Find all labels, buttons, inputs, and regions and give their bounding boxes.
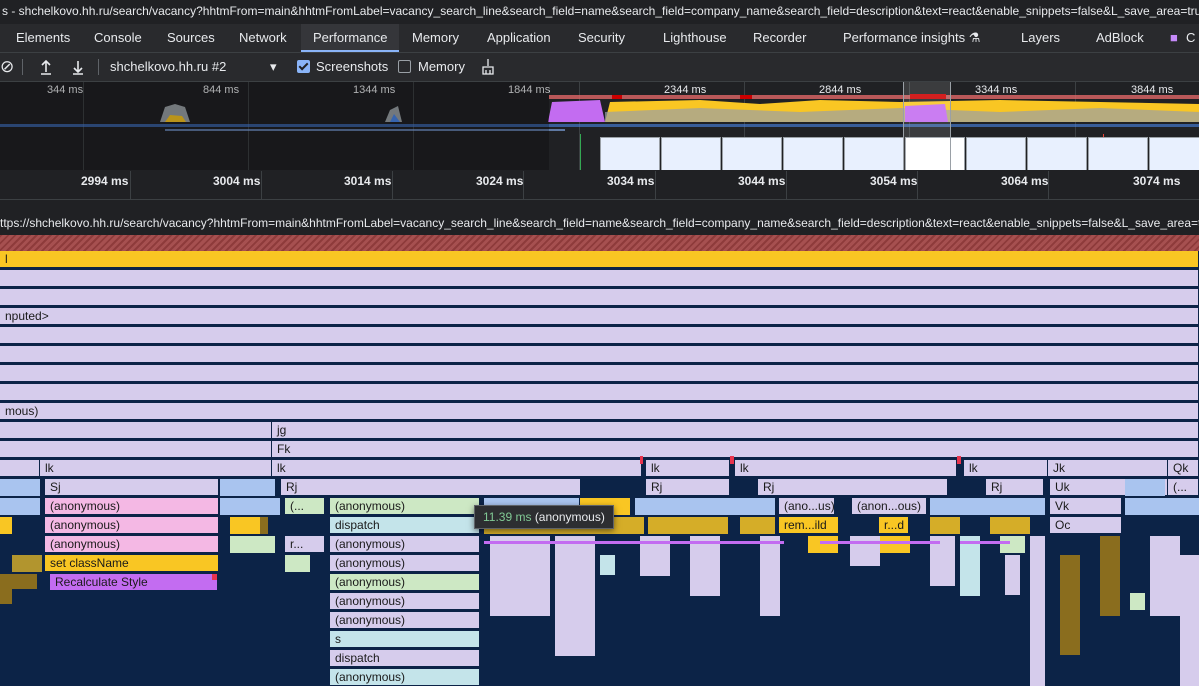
clear-icon[interactable]: ⊘ [0,53,14,81]
tooltip-name: (anonymous) [534,510,605,524]
toolbar-divider [22,59,23,75]
ruler-tick: 3014 ms [344,174,392,188]
flame-detail-bars [0,456,1199,686]
tab-adblock[interactable]: AdBlock [1096,24,1144,52]
tab-recorder[interactable]: Recorder [753,24,806,52]
ruler-tick: 3044 ms [738,174,786,188]
performance-toolbar: ⊘ shchelkovo.hh.ru #2 ▾ Screenshots Memo… [0,53,1199,82]
flask-icon: ⚗ [968,30,981,45]
devtools-tab-bar: Elements Console Sources Network Perform… [0,24,1199,53]
ruler-tick: 3064 ms [1001,174,1049,188]
time-ruler: 2994 ms 3004 ms 3014 ms 3024 ms 3034 ms … [0,171,1199,200]
ruler-tick: 3024 ms [476,174,524,188]
tab-layers[interactable]: Layers [1021,24,1060,52]
ruler-tick: 3004 ms [213,174,261,188]
tab-lighthouse[interactable]: Lighthouse [663,24,727,52]
toolbar-divider-2 [98,59,99,75]
selection-window[interactable] [903,82,951,170]
long-task-hatch [0,235,1199,251]
tooltip-duration: 11.39 ms [483,510,532,524]
download-icon[interactable] [70,53,86,81]
ruler-tick: 3054 ms [870,174,918,188]
flame-tooltip: 11.39 ms (anonymous) [474,505,614,529]
tab-memory[interactable]: Memory [412,24,459,52]
tab-console[interactable]: Console [94,24,142,52]
window-title: s - shchelkovo.hh.ru/search/vacancy?hhtm… [0,0,1199,24]
extension-icon[interactable]: ■ [1170,24,1178,52]
memory-label: Memory [418,59,465,74]
tab-performance-insights[interactable]: Performance insights ⚗ [843,24,980,52]
tab-application[interactable]: Application [487,24,551,52]
profile-select[interactable]: shchelkovo.hh.ru #2 ▾ [110,53,280,81]
ruler-tick: 3074 ms [1133,174,1181,188]
tab-security[interactable]: Security [578,24,625,52]
broom-icon[interactable] [480,53,496,81]
ruler-tick: 3034 ms [607,174,655,188]
tab-overflow[interactable]: C [1186,24,1195,52]
tab-performance-insights-label: Performance insights [843,30,966,45]
memory-checkbox[interactable] [398,60,411,73]
screenshots-strip [600,137,1199,170]
tab-network[interactable]: Network [239,24,287,52]
tab-elements[interactable]: Elements [16,24,70,52]
network-url-track[interactable]: ttps://shchelkovo.hh.ru/search/vacancy?h… [0,213,1199,233]
tab-performance[interactable]: Performance [301,24,400,52]
flame-chart[interactable]: l nputed> mous) jg Fk lk lk lk lk lk Jk … [0,251,1199,686]
timeline-overview[interactable]: 344 ms 844 ms 1344 ms 1844 ms 2344 ms 28… [0,82,1199,170]
upload-icon[interactable] [38,53,54,81]
chevron-down-icon: ▾ [270,59,277,74]
screenshots-label: Screenshots [316,59,389,74]
screenshots-checkbox[interactable] [297,60,310,73]
profile-select-value: shchelkovo.hh.ru #2 [110,59,227,74]
ruler-tick: 2994 ms [81,174,129,188]
tab-sources[interactable]: Sources [167,24,215,52]
